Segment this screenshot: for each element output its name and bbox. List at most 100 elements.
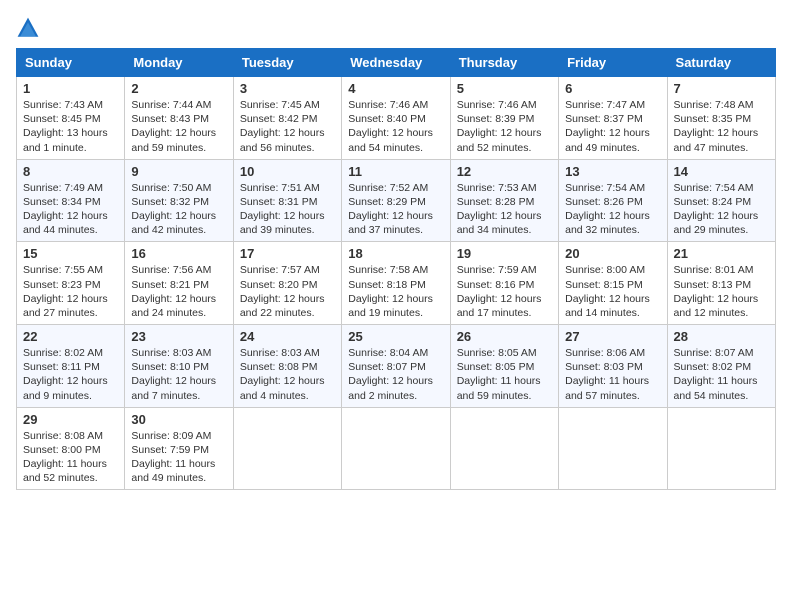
cell-content: Sunrise: 8:07 AM Sunset: 8:02 PM Dayligh… bbox=[674, 346, 769, 403]
cell-content: Sunrise: 7:47 AM Sunset: 8:37 PM Dayligh… bbox=[565, 98, 660, 155]
calendar-cell: 13 Sunrise: 7:54 AM Sunset: 8:26 PM Dayl… bbox=[559, 159, 667, 242]
calendar-cell: 16 Sunrise: 7:56 AM Sunset: 8:21 PM Dayl… bbox=[125, 242, 233, 325]
calendar-cell: 30 Sunrise: 8:09 AM Sunset: 7:59 PM Dayl… bbox=[125, 407, 233, 490]
day-number: 11 bbox=[348, 164, 443, 179]
cell-content: Sunrise: 7:48 AM Sunset: 8:35 PM Dayligh… bbox=[674, 98, 769, 155]
cell-content: Sunrise: 7:58 AM Sunset: 8:18 PM Dayligh… bbox=[348, 263, 443, 320]
cell-content: Sunrise: 7:46 AM Sunset: 8:39 PM Dayligh… bbox=[457, 98, 552, 155]
logo-icon bbox=[16, 16, 40, 40]
daylight-label: Daylight: 11 hours and 57 minutes. bbox=[565, 375, 649, 401]
calendar-cell bbox=[450, 407, 558, 490]
calendar-cell: 10 Sunrise: 7:51 AM Sunset: 8:31 PM Dayl… bbox=[233, 159, 341, 242]
cell-content: Sunrise: 7:43 AM Sunset: 8:45 PM Dayligh… bbox=[23, 98, 118, 155]
header-day-thursday: Thursday bbox=[450, 49, 558, 77]
calendar-cell: 3 Sunrise: 7:45 AM Sunset: 8:42 PM Dayli… bbox=[233, 77, 341, 160]
calendar-cell: 7 Sunrise: 7:48 AM Sunset: 8:35 PM Dayli… bbox=[667, 77, 775, 160]
sunrise-label: Sunrise: 7:46 AM bbox=[348, 99, 428, 111]
day-number: 6 bbox=[565, 81, 660, 96]
calendar-cell: 29 Sunrise: 8:08 AM Sunset: 8:00 PM Dayl… bbox=[17, 407, 125, 490]
week-row-1: 1 Sunrise: 7:43 AM Sunset: 8:45 PM Dayli… bbox=[17, 77, 776, 160]
daylight-label: Daylight: 12 hours and 42 minutes. bbox=[131, 210, 216, 236]
cell-content: Sunrise: 8:03 AM Sunset: 8:10 PM Dayligh… bbox=[131, 346, 226, 403]
header-day-tuesday: Tuesday bbox=[233, 49, 341, 77]
week-row-5: 29 Sunrise: 8:08 AM Sunset: 8:00 PM Dayl… bbox=[17, 407, 776, 490]
sunrise-label: Sunrise: 8:09 AM bbox=[131, 430, 211, 442]
sunrise-label: Sunrise: 7:54 AM bbox=[565, 182, 645, 194]
sunrise-label: Sunrise: 7:52 AM bbox=[348, 182, 428, 194]
daylight-label: Daylight: 12 hours and 39 minutes. bbox=[240, 210, 325, 236]
sunrise-label: Sunrise: 7:56 AM bbox=[131, 264, 211, 276]
sunrise-label: Sunrise: 7:48 AM bbox=[674, 99, 754, 111]
cell-content: Sunrise: 7:45 AM Sunset: 8:42 PM Dayligh… bbox=[240, 98, 335, 155]
sunset-label: Sunset: 8:40 PM bbox=[348, 113, 426, 125]
daylight-label: Daylight: 12 hours and 17 minutes. bbox=[457, 293, 542, 319]
day-number: 13 bbox=[565, 164, 660, 179]
header-day-monday: Monday bbox=[125, 49, 233, 77]
day-number: 28 bbox=[674, 329, 769, 344]
day-number: 22 bbox=[23, 329, 118, 344]
daylight-label: Daylight: 12 hours and 49 minutes. bbox=[565, 127, 650, 153]
cell-content: Sunrise: 7:51 AM Sunset: 8:31 PM Dayligh… bbox=[240, 181, 335, 238]
cell-content: Sunrise: 8:03 AM Sunset: 8:08 PM Dayligh… bbox=[240, 346, 335, 403]
sunset-label: Sunset: 8:26 PM bbox=[565, 196, 643, 208]
calendar-cell: 26 Sunrise: 8:05 AM Sunset: 8:05 PM Dayl… bbox=[450, 325, 558, 408]
calendar-cell: 21 Sunrise: 8:01 AM Sunset: 8:13 PM Dayl… bbox=[667, 242, 775, 325]
calendar-cell: 18 Sunrise: 7:58 AM Sunset: 8:18 PM Dayl… bbox=[342, 242, 450, 325]
sunset-label: Sunset: 8:13 PM bbox=[674, 279, 752, 291]
day-number: 12 bbox=[457, 164, 552, 179]
sunrise-label: Sunrise: 8:05 AM bbox=[457, 347, 537, 359]
sunrise-label: Sunrise: 7:54 AM bbox=[674, 182, 754, 194]
cell-content: Sunrise: 7:52 AM Sunset: 8:29 PM Dayligh… bbox=[348, 181, 443, 238]
sunrise-label: Sunrise: 8:03 AM bbox=[240, 347, 320, 359]
daylight-label: Daylight: 12 hours and 59 minutes. bbox=[131, 127, 216, 153]
calendar-cell bbox=[559, 407, 667, 490]
calendar-cell: 28 Sunrise: 8:07 AM Sunset: 8:02 PM Dayl… bbox=[667, 325, 775, 408]
sunset-label: Sunset: 8:02 PM bbox=[674, 361, 752, 373]
sunrise-label: Sunrise: 8:02 AM bbox=[23, 347, 103, 359]
sunrise-label: Sunrise: 7:55 AM bbox=[23, 264, 103, 276]
daylight-label: Daylight: 12 hours and 56 minutes. bbox=[240, 127, 325, 153]
cell-content: Sunrise: 8:00 AM Sunset: 8:15 PM Dayligh… bbox=[565, 263, 660, 320]
daylight-label: Daylight: 12 hours and 7 minutes. bbox=[131, 375, 216, 401]
daylight-label: Daylight: 12 hours and 37 minutes. bbox=[348, 210, 433, 236]
header-day-wednesday: Wednesday bbox=[342, 49, 450, 77]
sunrise-label: Sunrise: 7:53 AM bbox=[457, 182, 537, 194]
calendar-cell: 12 Sunrise: 7:53 AM Sunset: 8:28 PM Dayl… bbox=[450, 159, 558, 242]
daylight-label: Daylight: 12 hours and 22 minutes. bbox=[240, 293, 325, 319]
daylight-label: Daylight: 12 hours and 12 minutes. bbox=[674, 293, 759, 319]
sunset-label: Sunset: 8:23 PM bbox=[23, 279, 101, 291]
cell-content: Sunrise: 7:57 AM Sunset: 8:20 PM Dayligh… bbox=[240, 263, 335, 320]
daylight-label: Daylight: 13 hours and 1 minute. bbox=[23, 127, 108, 153]
sunset-label: Sunset: 8:37 PM bbox=[565, 113, 643, 125]
day-number: 9 bbox=[131, 164, 226, 179]
sunset-label: Sunset: 8:29 PM bbox=[348, 196, 426, 208]
daylight-label: Daylight: 12 hours and 24 minutes. bbox=[131, 293, 216, 319]
sunrise-label: Sunrise: 7:46 AM bbox=[457, 99, 537, 111]
calendar-cell: 2 Sunrise: 7:44 AM Sunset: 8:43 PM Dayli… bbox=[125, 77, 233, 160]
sunrise-label: Sunrise: 8:01 AM bbox=[674, 264, 754, 276]
sunset-label: Sunset: 8:32 PM bbox=[131, 196, 209, 208]
calendar-cell: 24 Sunrise: 8:03 AM Sunset: 8:08 PM Dayl… bbox=[233, 325, 341, 408]
calendar-cell: 20 Sunrise: 8:00 AM Sunset: 8:15 PM Dayl… bbox=[559, 242, 667, 325]
day-number: 18 bbox=[348, 246, 443, 261]
logo bbox=[16, 16, 44, 40]
calendar-cell: 17 Sunrise: 7:57 AM Sunset: 8:20 PM Dayl… bbox=[233, 242, 341, 325]
calendar-cell: 5 Sunrise: 7:46 AM Sunset: 8:39 PM Dayli… bbox=[450, 77, 558, 160]
daylight-label: Daylight: 12 hours and 2 minutes. bbox=[348, 375, 433, 401]
sunset-label: Sunset: 8:39 PM bbox=[457, 113, 535, 125]
cell-content: Sunrise: 8:05 AM Sunset: 8:05 PM Dayligh… bbox=[457, 346, 552, 403]
calendar-cell: 14 Sunrise: 7:54 AM Sunset: 8:24 PM Dayl… bbox=[667, 159, 775, 242]
day-number: 2 bbox=[131, 81, 226, 96]
sunset-label: Sunset: 8:10 PM bbox=[131, 361, 209, 373]
sunset-label: Sunset: 8:20 PM bbox=[240, 279, 318, 291]
sunset-label: Sunset: 8:07 PM bbox=[348, 361, 426, 373]
sunset-label: Sunset: 8:43 PM bbox=[131, 113, 209, 125]
day-number: 8 bbox=[23, 164, 118, 179]
sunrise-label: Sunrise: 7:50 AM bbox=[131, 182, 211, 194]
daylight-label: Daylight: 12 hours and 54 minutes. bbox=[348, 127, 433, 153]
calendar-cell bbox=[342, 407, 450, 490]
calendar-cell: 11 Sunrise: 7:52 AM Sunset: 8:29 PM Dayl… bbox=[342, 159, 450, 242]
calendar-cell: 27 Sunrise: 8:06 AM Sunset: 8:03 PM Dayl… bbox=[559, 325, 667, 408]
cell-content: Sunrise: 7:55 AM Sunset: 8:23 PM Dayligh… bbox=[23, 263, 118, 320]
sunrise-label: Sunrise: 7:47 AM bbox=[565, 99, 645, 111]
